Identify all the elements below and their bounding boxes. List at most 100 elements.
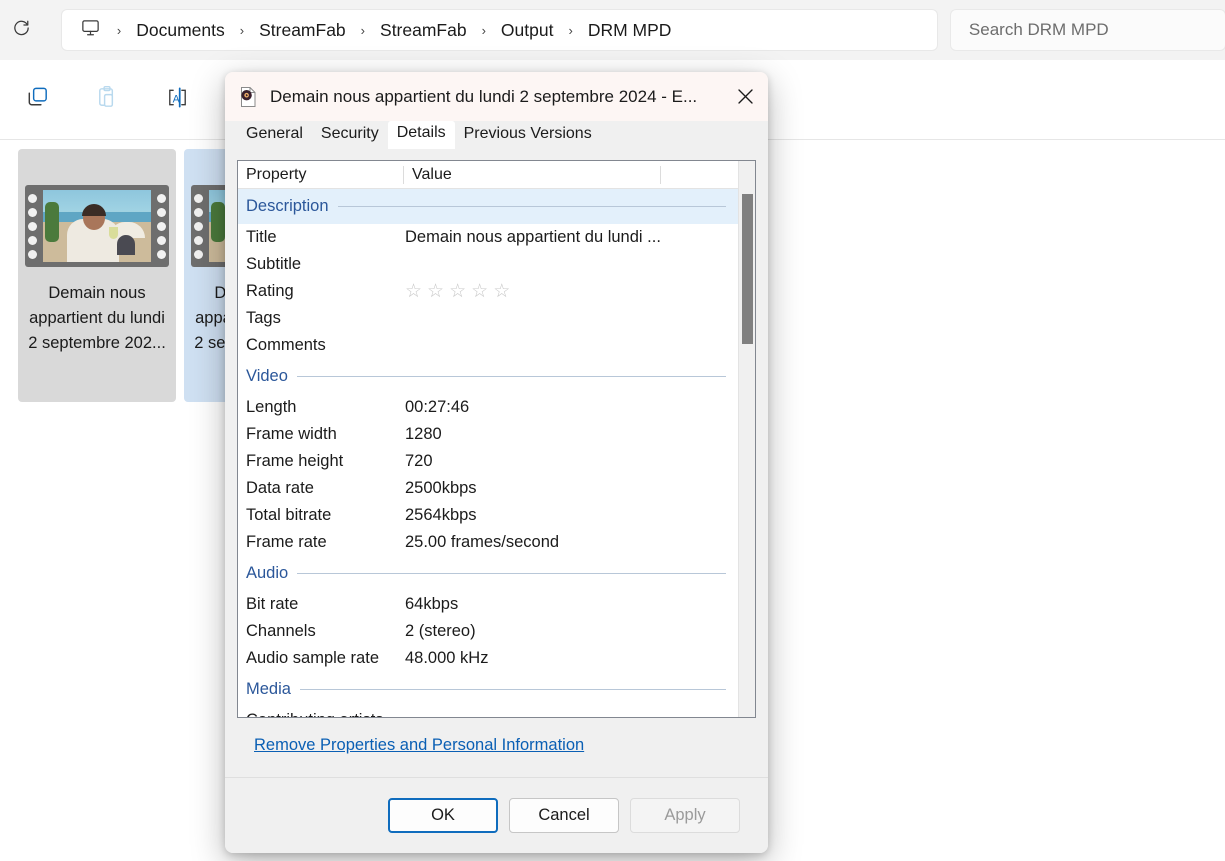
refresh-icon bbox=[12, 18, 31, 42]
tab-details[interactable]: Details bbox=[387, 121, 455, 149]
star-icon-4[interactable]: ☆ bbox=[471, 282, 488, 301]
property-name: Title bbox=[246, 228, 277, 246]
close-button[interactable] bbox=[722, 72, 768, 121]
property-name: Frame width bbox=[246, 425, 337, 443]
section-label: Audio bbox=[246, 564, 289, 582]
table-rows: Description Title Demain nous appartient… bbox=[238, 189, 738, 717]
properties-scroll-area: Property Value Description Title Demain … bbox=[238, 161, 738, 717]
property-name: Rating bbox=[246, 282, 294, 300]
vertical-scrollbar[interactable] bbox=[738, 161, 755, 717]
table-row[interactable]: Title Demain nous appartient du lundi ..… bbox=[238, 224, 738, 251]
star-icon-2[interactable]: ☆ bbox=[427, 282, 444, 301]
table-row[interactable]: Frame rate 25.00 frames/second bbox=[238, 529, 738, 556]
table-row[interactable]: Channels 2 (stereo) bbox=[238, 618, 738, 645]
rating-stars[interactable]: ☆ ☆ ☆ ☆ ☆ bbox=[405, 282, 738, 301]
star-icon-3[interactable]: ☆ bbox=[449, 282, 466, 301]
table-row[interactable]: Subtitle bbox=[238, 251, 738, 278]
table-row[interactable]: Frame height 720 bbox=[238, 448, 738, 475]
property-value[interactable]: 1280 bbox=[404, 425, 738, 444]
property-value[interactable]: 720 bbox=[404, 452, 738, 471]
tab-strip: General Security Details Previous Versio… bbox=[225, 121, 768, 149]
breadcrumb-item-documents[interactable]: Documents bbox=[128, 16, 233, 45]
dialog-title: Demain nous appartient du lundi 2 septem… bbox=[270, 86, 698, 106]
copy-button[interactable] bbox=[14, 77, 60, 123]
breadcrumb-item-drm-mpd[interactable]: DRM MPD bbox=[580, 16, 680, 45]
breadcrumb-item-output[interactable]: Output bbox=[493, 16, 562, 45]
section-rule bbox=[296, 376, 726, 377]
section-rule bbox=[337, 206, 726, 207]
column-header-property[interactable]: Property bbox=[238, 165, 404, 184]
property-name: Audio sample rate bbox=[246, 649, 379, 667]
refresh-button[interactable] bbox=[6, 13, 38, 47]
property-name: Comments bbox=[246, 336, 326, 354]
property-value[interactable]: 2 (stereo) bbox=[404, 622, 738, 641]
table-row[interactable]: Rating ☆ ☆ ☆ ☆ ☆ bbox=[238, 278, 738, 305]
breadcrumb-separator-4[interactable]: › bbox=[561, 23, 579, 38]
address-bar: › Documents › StreamFab › StreamFab › Ou… bbox=[0, 0, 1225, 60]
breadcrumb-separator-2[interactable]: › bbox=[354, 23, 372, 38]
properties-dialog: Demain nous appartient du lundi 2 septem… bbox=[225, 72, 768, 853]
breadcrumb-separator-0[interactable]: › bbox=[110, 23, 128, 38]
star-icon-5[interactable]: ☆ bbox=[493, 282, 510, 301]
table-row[interactable]: Total bitrate 2564kbps bbox=[238, 502, 738, 529]
rename-icon: A bbox=[164, 84, 191, 116]
table-header-row: Property Value bbox=[238, 161, 738, 189]
film-perforations-right bbox=[157, 193, 166, 259]
property-value[interactable]: 2564kbps bbox=[404, 506, 738, 525]
list-item[interactable]: Demain nous appartient du lundi 2 septem… bbox=[18, 149, 176, 402]
property-name: Data rate bbox=[246, 479, 314, 497]
section-header-video[interactable]: Video bbox=[238, 359, 738, 394]
property-name: Frame height bbox=[246, 452, 344, 470]
property-value[interactable]: 48.000 kHz bbox=[404, 649, 738, 668]
table-row[interactable]: Bit rate 64kbps bbox=[238, 591, 738, 618]
section-header-audio[interactable]: Audio bbox=[238, 556, 738, 591]
breadcrumb-item-streamfab-2[interactable]: StreamFab bbox=[372, 16, 475, 45]
table-row[interactable]: Audio sample rate 48.000 kHz bbox=[238, 645, 738, 672]
tab-security[interactable]: Security bbox=[311, 121, 388, 148]
table-row[interactable]: Comments bbox=[238, 332, 738, 359]
property-value[interactable]: ☆ ☆ ☆ ☆ ☆ bbox=[404, 282, 738, 301]
ok-button[interactable]: OK bbox=[388, 798, 498, 833]
table-row[interactable]: Tags bbox=[238, 305, 738, 332]
breadcrumb-item-this-pc[interactable] bbox=[72, 13, 110, 47]
search-box[interactable] bbox=[950, 10, 1225, 50]
section-label: Media bbox=[246, 680, 291, 698]
breadcrumb-separator-1[interactable]: › bbox=[233, 23, 251, 38]
property-value[interactable]: 64kbps bbox=[404, 595, 738, 614]
breadcrumb-item-streamfab[interactable]: StreamFab bbox=[251, 16, 354, 45]
close-icon bbox=[737, 88, 754, 105]
tab-previous-versions[interactable]: Previous Versions bbox=[454, 121, 601, 148]
property-value[interactable]: 00:27:46 bbox=[404, 398, 738, 417]
rename-button[interactable]: A bbox=[154, 77, 200, 123]
section-header-description[interactable]: Description bbox=[238, 189, 738, 224]
cancel-button[interactable]: Cancel bbox=[509, 798, 619, 833]
property-value[interactable]: 25.00 frames/second bbox=[404, 533, 738, 552]
property-value[interactable]: Demain nous appartient du lundi ... bbox=[404, 228, 738, 247]
remove-properties-link[interactable]: Remove Properties and Personal Informati… bbox=[254, 736, 584, 754]
table-row[interactable]: Length 00:27:46 bbox=[238, 394, 738, 421]
remove-properties-row: Remove Properties and Personal Informati… bbox=[237, 736, 756, 755]
dialog-titlebar[interactable]: Demain nous appartient du lundi 2 septem… bbox=[225, 72, 768, 121]
dialog-footer: OK Cancel Apply bbox=[225, 777, 768, 853]
table-row[interactable]: Data rate 2500kbps bbox=[238, 475, 738, 502]
video-thumbnail bbox=[25, 185, 169, 267]
tab-general[interactable]: General bbox=[237, 121, 312, 148]
table-row[interactable]: Frame width 1280 bbox=[238, 421, 738, 448]
scrollbar-thumb[interactable] bbox=[742, 194, 753, 344]
star-icon-1[interactable]: ☆ bbox=[405, 282, 422, 301]
property-name: Tags bbox=[246, 309, 281, 327]
breadcrumb: › Documents › StreamFab › StreamFab › Ou… bbox=[61, 10, 937, 50]
property-name: Contributing artists bbox=[238, 711, 404, 717]
section-label: Description bbox=[246, 197, 329, 215]
column-header-value[interactable]: Value bbox=[404, 165, 661, 184]
property-value[interactable]: 2500kbps bbox=[404, 479, 738, 498]
section-rule bbox=[299, 689, 726, 690]
breadcrumb-separator-3[interactable]: › bbox=[475, 23, 493, 38]
paste-button[interactable] bbox=[84, 77, 130, 123]
section-header-media[interactable]: Media bbox=[238, 672, 738, 707]
media-file-icon bbox=[237, 86, 259, 108]
table-row[interactable]: Contributing artists bbox=[238, 707, 738, 717]
thumbnail-image bbox=[43, 190, 151, 262]
search-input[interactable] bbox=[966, 19, 1209, 41]
property-name: Subtitle bbox=[246, 255, 302, 273]
